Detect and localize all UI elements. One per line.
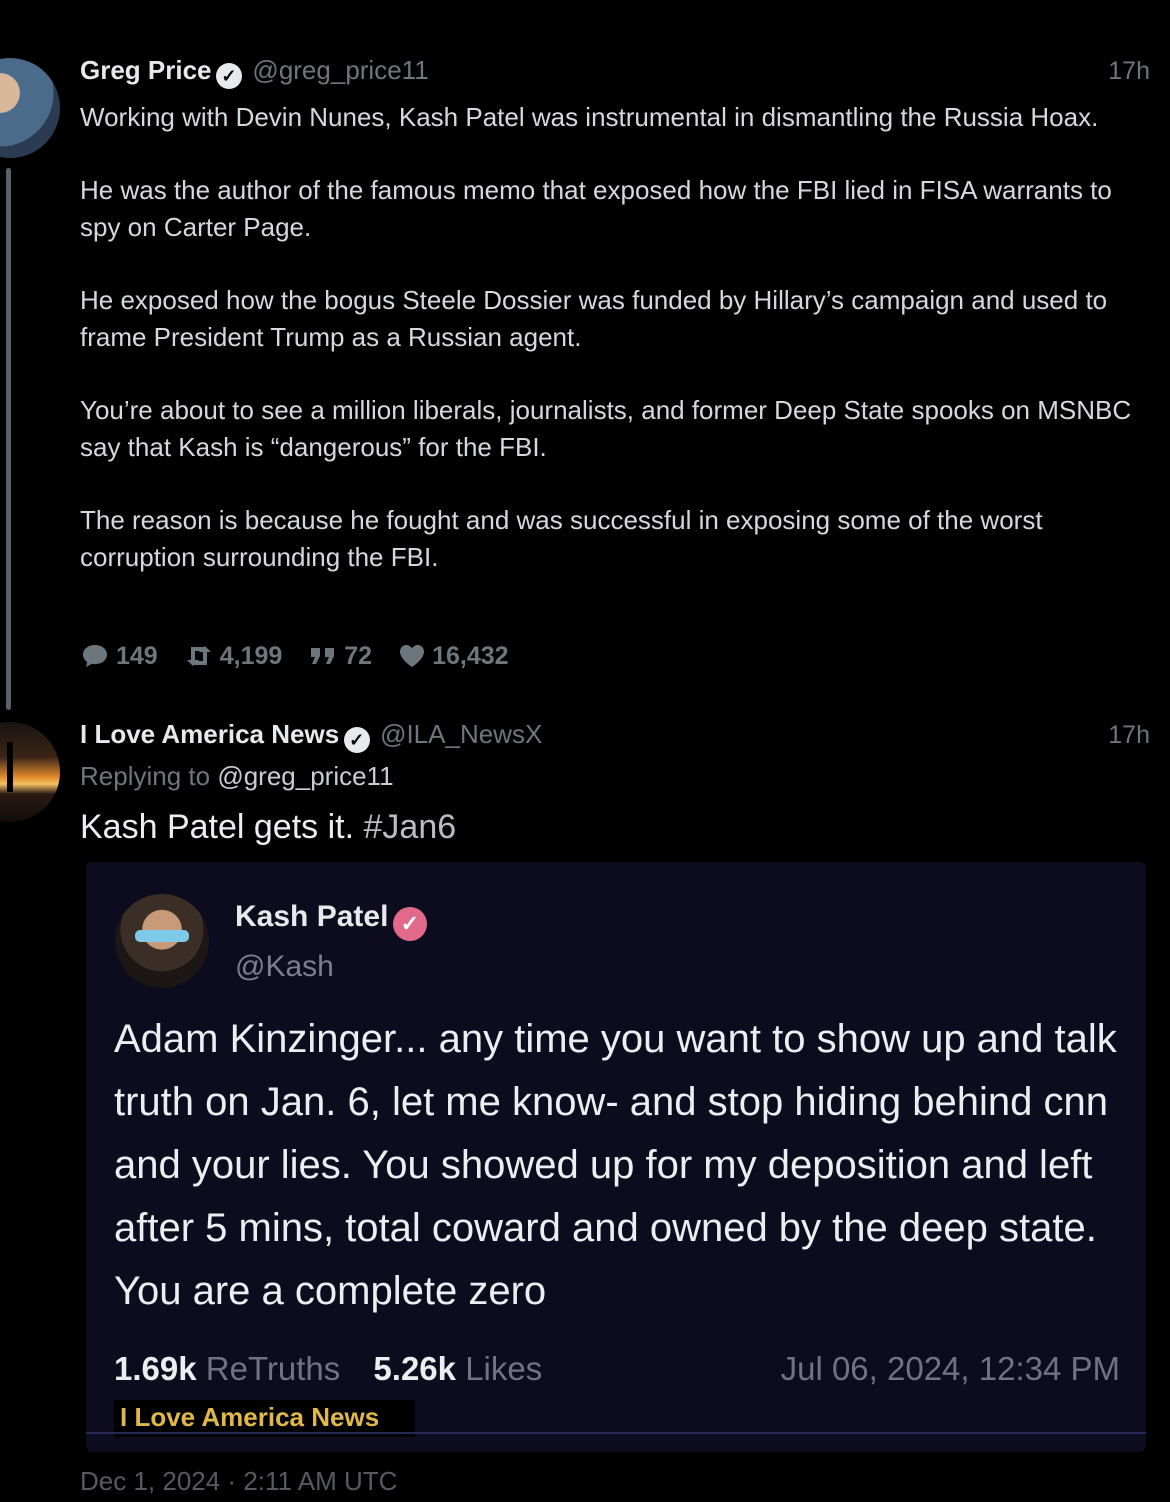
reply-stat[interactable]: 149 bbox=[80, 642, 158, 671]
reply-count: 149 bbox=[116, 641, 158, 670]
replying-to: Replying to @greg_price11 bbox=[80, 761, 394, 792]
tweet1-author-handle[interactable]: @greg_price11 bbox=[252, 55, 428, 85]
greg-price-avatar[interactable] bbox=[0, 58, 60, 158]
like-stat[interactable]: 16,432 bbox=[398, 641, 509, 671]
tweet1-paragraph: The reason is because he fought and was … bbox=[80, 505, 1043, 572]
retruths-count: 1.69k bbox=[114, 1350, 197, 1387]
retruths-label: ReTruths bbox=[205, 1350, 341, 1387]
tweet2-header: I Love America News ✓ @ILA_NewsX 17h bbox=[80, 719, 1150, 753]
tweet1-paragraph: He was the author of the famous memo tha… bbox=[80, 175, 1112, 242]
embedded-author-name[interactable]: Kash Patel bbox=[235, 900, 388, 933]
tweet1-body: Working with Devin Nunes, Kash Patel was… bbox=[80, 99, 1155, 612]
tweet1-stats: 149 4,199 72 16,432 bbox=[80, 639, 509, 673]
embedded-post-text: Adam Kinzinger... any time you want to s… bbox=[114, 1017, 1117, 1313]
likes-count: 5.26k bbox=[373, 1350, 457, 1387]
tweet1-paragraph: He exposed how the bogus Steele Dossier … bbox=[80, 285, 1108, 352]
tweet2-timestamp[interactable]: Dec 1, 2024 · 2:11 AM UTC bbox=[80, 1466, 397, 1497]
tweet1-paragraph: Working with Devin Nunes, Kash Patel was… bbox=[80, 102, 1099, 132]
embedded-post-stats: 1.69k ReTruths 5.26k Likes bbox=[114, 1350, 542, 1388]
replying-to-label: Replying to bbox=[80, 761, 211, 791]
quote-icon bbox=[311, 648, 335, 664]
retweet-stat[interactable]: 4,199 bbox=[184, 641, 283, 671]
retweet-icon bbox=[186, 646, 211, 666]
tweet1-author-name[interactable]: Greg Price bbox=[80, 55, 212, 85]
quote-count: 72 bbox=[344, 641, 373, 670]
tweet2-text: Kash Patel gets it. #Jan6 bbox=[80, 808, 456, 847]
tweet2-author-name[interactable]: I Love America News bbox=[80, 719, 339, 749]
tweet1-paragraph: You’re about to see a million liberals, … bbox=[80, 395, 1132, 462]
tweet2-time[interactable]: 17h bbox=[1108, 721, 1150, 750]
statue-silhouette bbox=[7, 742, 13, 792]
quote-stat[interactable]: 72 bbox=[308, 642, 372, 671]
embedded-author: Kash Patel ✓ bbox=[235, 900, 427, 941]
embedded-author-handle[interactable]: @Kash bbox=[235, 950, 334, 984]
thread-connector-line bbox=[6, 168, 11, 710]
card-bottom-border bbox=[86, 1432, 1146, 1434]
verified-badge-icon: ✓ bbox=[392, 907, 427, 941]
sunglasses bbox=[135, 930, 189, 942]
comment-icon bbox=[83, 645, 107, 667]
tweet1-header: Greg Price ✓ @greg_price11 17h bbox=[80, 55, 1150, 89]
hashtag-link[interactable]: #Jan6 bbox=[364, 808, 457, 846]
replying-to-handle[interactable]: @greg_price11 bbox=[217, 761, 393, 791]
embedded-post-date: Jul 06, 2024, 12:34 PM bbox=[780, 1350, 1120, 1387]
kash-patel-avatar[interactable] bbox=[115, 894, 209, 988]
likes-label: Likes bbox=[465, 1350, 543, 1387]
retweet-count: 4,199 bbox=[219, 641, 283, 670]
ila-news-avatar[interactable] bbox=[0, 722, 60, 822]
tweet2-author-handle[interactable]: @ILA_NewsX bbox=[380, 719, 542, 749]
heart-icon bbox=[400, 645, 425, 667]
tweet2-body: Kash Patel gets it. bbox=[80, 808, 355, 846]
tweet1-time[interactable]: 17h bbox=[1108, 57, 1150, 86]
like-count: 16,432 bbox=[432, 641, 509, 670]
verified-badge-icon: ✓ bbox=[215, 63, 242, 89]
verified-badge-icon: ✓ bbox=[343, 727, 370, 753]
